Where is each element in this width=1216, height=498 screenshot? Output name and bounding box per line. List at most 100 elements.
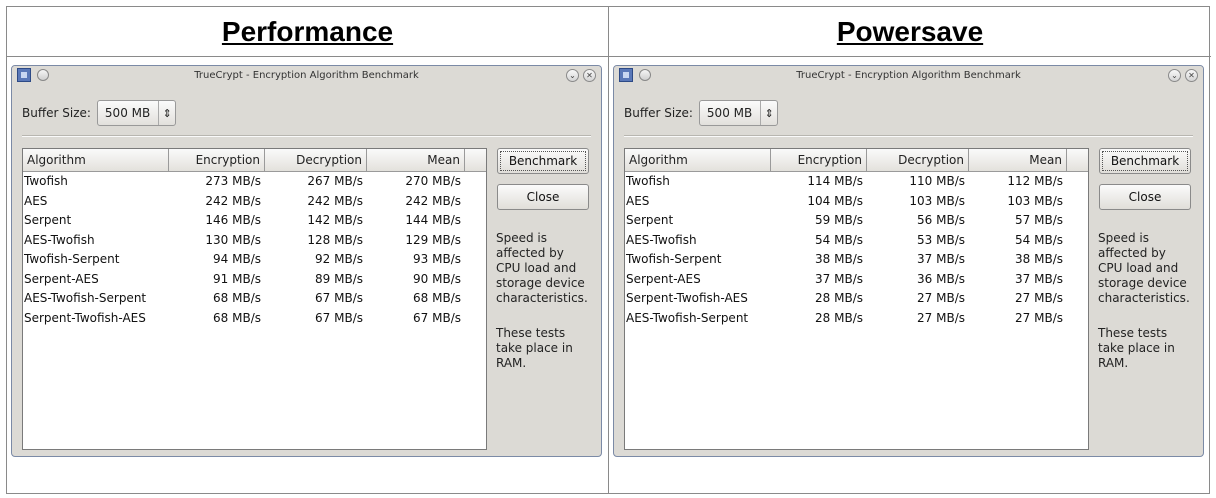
encryption-cell: 68 MB/s	[213, 310, 261, 325]
column-header-encryption[interactable]: Encryption	[771, 149, 867, 171]
comparison-frame: Performance TrueCrypt - Encryption Algor…	[6, 6, 1211, 494]
column-header-encryption[interactable]: Encryption	[169, 149, 265, 171]
decryption-cell: 27 MB/s	[917, 310, 965, 325]
encryption-cell: 68 MB/s	[213, 291, 261, 305]
mean-cell: 37 MB/s	[1015, 271, 1063, 286]
encryption-cell: 37 MB/s	[815, 271, 863, 286]
table-row[interactable]: AES-Twofish-Serpent 68 MB/s 67 MB/s 68 MB/s	[23, 289, 486, 309]
table-row[interactable]: AES-Twofish-Serpent 28 MB/s 27 MB/s 27 MB/s	[625, 309, 1088, 329]
buffer-size-row: Buffer Size: 500 MB ⇕	[624, 100, 779, 126]
mean-cell: 242 MB/s	[405, 193, 461, 208]
table-row[interactable]: AES 242 MB/s 242 MB/s 242 MB/s	[23, 192, 486, 212]
column-header-decryption[interactable]: Decryption	[867, 149, 969, 171]
decryption-cell: 267 MB/s	[307, 174, 363, 188]
table-row[interactable]: Twofish-Serpent 38 MB/s 37 MB/s 38 MB/s	[625, 250, 1088, 270]
algorithm-cell: Serpent-AES	[626, 271, 701, 286]
decryption-cell: 27 MB/s	[917, 291, 965, 305]
benchmark-button[interactable]: Benchmark	[497, 148, 589, 174]
decryption-cell: 103 MB/s	[909, 193, 965, 208]
list-rows: Twofish 114 MB/s 110 MB/s 112 MB/s AES 104 MB…	[625, 172, 1088, 328]
decryption-cell: 128 MB/s	[307, 232, 363, 247]
close-x-icon[interactable]: ✕	[583, 69, 596, 82]
decryption-cell: 53 MB/s	[917, 232, 965, 247]
speed-note: Speed is affected by CPU load and storag…	[1098, 231, 1190, 305]
ram-note: These tests take place in RAM.	[1098, 326, 1175, 370]
algorithm-cell: Twofish	[626, 174, 670, 188]
algorithm-cell: Serpent-AES	[24, 271, 99, 286]
algorithm-cell: Serpent	[24, 213, 72, 227]
panel-heading: Powersave	[609, 7, 1211, 57]
decryption-cell: 92 MB/s	[315, 252, 363, 266]
mean-cell: 68 MB/s	[413, 291, 461, 305]
algorithm-cell: Twofish	[24, 174, 68, 188]
benchmark-button[interactable]: Benchmark	[1099, 148, 1191, 174]
powersave-panel: Powersave TrueCrypt - Encryption Algorit…	[608, 7, 1211, 493]
panel-heading-text: Performance	[221, 15, 394, 47]
list-rows: Twofish 273 MB/s 267 MB/s 270 MB/s AES 242 MB…	[23, 172, 486, 328]
decryption-cell: 36 MB/s	[917, 271, 965, 286]
algorithm-cell: AES-Twofish-Serpent	[626, 310, 749, 325]
algorithm-cell: Serpent-Twofish-AES	[24, 310, 146, 325]
buffer-size-value[interactable]: 500 MB	[700, 106, 760, 120]
panel-heading-text: Powersave	[836, 15, 984, 47]
benchmark-results-list[interactable]: Algorithm Encryption Decryption Mean Two…	[624, 148, 1089, 450]
decryption-cell: 242 MB/s	[307, 193, 363, 208]
decryption-cell: 56 MB/s	[917, 213, 965, 227]
close-button[interactable]: Close	[497, 184, 589, 210]
close-x-icon[interactable]: ✕	[1185, 69, 1198, 82]
minimize-chevron-icon[interactable]: ⌄	[566, 69, 579, 82]
column-header-filler	[465, 149, 484, 171]
column-header-mean[interactable]: Mean	[969, 149, 1067, 171]
column-header-filler	[1067, 149, 1086, 171]
column-header-decryption[interactable]: Decryption	[265, 149, 367, 171]
benchmark-results-list[interactable]: Algorithm Encryption Decryption Mean Two…	[22, 148, 487, 450]
table-row[interactable]: Twofish 114 MB/s 110 MB/s 112 MB/s	[625, 172, 1088, 192]
table-row[interactable]: Serpent-AES 91 MB/s 89 MB/s 90 MB/s	[23, 270, 486, 290]
panel-heading: Performance	[7, 7, 608, 57]
window-titlebar[interactable]: TrueCrypt - Encryption Algorithm Benchma…	[12, 66, 601, 86]
mean-cell: 67 MB/s	[413, 310, 461, 325]
spin-updown-icon[interactable]: ⇕	[158, 101, 175, 125]
encryption-cell: 146 MB/s	[205, 213, 261, 227]
table-row[interactable]: Serpent 59 MB/s 56 MB/s 57 MB/s	[625, 211, 1088, 231]
decryption-cell: 110 MB/s	[909, 174, 965, 188]
table-row[interactable]: AES-Twofish 54 MB/s 53 MB/s 54 MB/s	[625, 231, 1088, 251]
encryption-cell: 130 MB/s	[205, 232, 261, 247]
algorithm-cell: AES	[626, 193, 650, 208]
separator	[22, 135, 591, 137]
benchmark-window: TrueCrypt - Encryption Algorithm Benchma…	[11, 65, 602, 457]
speed-note: Speed is affected by CPU load and storag…	[496, 231, 588, 305]
minimize-chevron-icon[interactable]: ⌄	[1168, 69, 1181, 82]
table-row[interactable]: Serpent-AES 37 MB/s 36 MB/s 37 MB/s	[625, 270, 1088, 290]
window-titlebar[interactable]: TrueCrypt - Encryption Algorithm Benchma…	[614, 66, 1203, 86]
column-header-mean[interactable]: Mean	[367, 149, 465, 171]
algorithm-cell: Twofish-Serpent	[626, 252, 722, 266]
performance-panel: Performance TrueCrypt - Encryption Algor…	[7, 7, 608, 493]
mean-cell: 38 MB/s	[1015, 252, 1063, 266]
algorithm-cell: AES-Twofish-Serpent	[24, 291, 147, 305]
table-row[interactable]: Twofish-Serpent 94 MB/s 92 MB/s 93 MB/s	[23, 250, 486, 270]
spin-updown-icon[interactable]: ⇕	[760, 101, 777, 125]
column-header-algorithm[interactable]: Algorithm	[625, 149, 771, 171]
buffer-size-spinner[interactable]: 500 MB ⇕	[96, 100, 177, 126]
column-header-algorithm[interactable]: Algorithm	[23, 149, 169, 171]
mean-cell: 27 MB/s	[1015, 310, 1063, 325]
table-row[interactable]: AES-Twofish 130 MB/s 128 MB/s 129 MB/s	[23, 231, 486, 251]
window-title: TrueCrypt - Encryption Algorithm Benchma…	[796, 70, 1021, 81]
table-row[interactable]: Serpent 146 MB/s 142 MB/s 144 MB/s	[23, 211, 486, 231]
table-row[interactable]: Twofish 273 MB/s 267 MB/s 270 MB/s	[23, 172, 486, 192]
buffer-size-spinner[interactable]: 500 MB ⇕	[698, 100, 779, 126]
mean-cell: 27 MB/s	[1015, 291, 1063, 305]
table-row[interactable]: AES 104 MB/s 103 MB/s 103 MB/s	[625, 192, 1088, 212]
encryption-cell: 28 MB/s	[815, 310, 863, 325]
table-row[interactable]: Serpent-Twofish-AES 68 MB/s 67 MB/s 67 MB/s	[23, 309, 486, 329]
decryption-cell: 67 MB/s	[315, 310, 363, 325]
algorithm-cell: Serpent	[626, 213, 674, 227]
close-button[interactable]: Close	[1099, 184, 1191, 210]
mean-cell: 93 MB/s	[413, 252, 461, 266]
buffer-size-row: Buffer Size: 500 MB ⇕	[22, 100, 177, 126]
table-row[interactable]: Serpent-Twofish-AES 28 MB/s 27 MB/s 27 MB/s	[625, 289, 1088, 309]
encryption-cell: 91 MB/s	[213, 271, 261, 286]
encryption-cell: 28 MB/s	[815, 291, 863, 305]
buffer-size-value[interactable]: 500 MB	[98, 106, 158, 120]
